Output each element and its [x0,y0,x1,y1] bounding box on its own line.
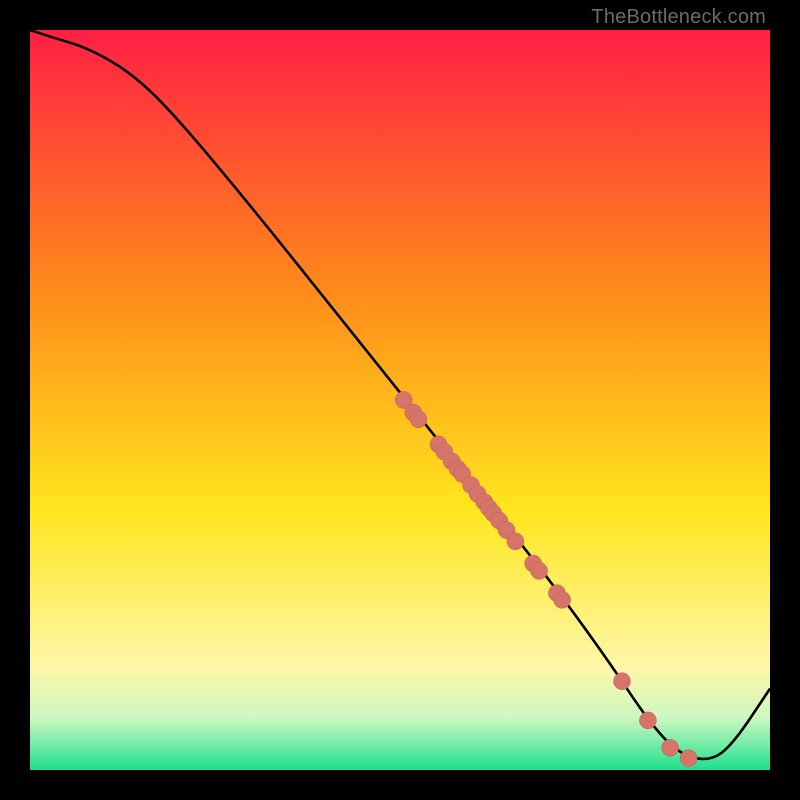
chart-plot-area [30,30,770,770]
branding-label: TheBottleneck.com [591,6,766,29]
data-marker [639,712,656,729]
viewport: TheBottleneck.com [0,0,800,800]
chart-curve-layer [30,30,770,770]
data-marker [680,750,697,767]
data-marker [410,411,427,428]
data-marker [614,673,631,690]
data-marker [507,533,524,550]
data-marker [662,739,679,756]
data-marker [554,591,571,608]
data-markers [395,392,697,767]
data-marker [531,562,548,579]
